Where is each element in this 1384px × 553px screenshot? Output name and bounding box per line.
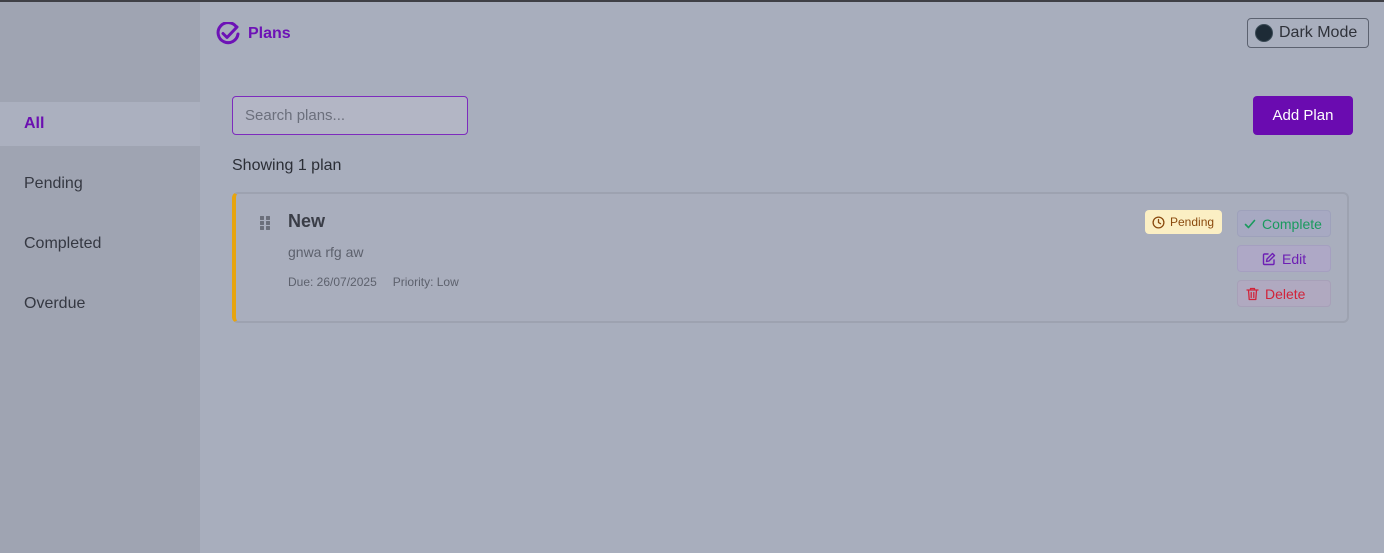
- delete-label: Delete: [1265, 285, 1306, 302]
- sidebar-item-pending[interactable]: Pending: [0, 162, 200, 206]
- sidebar-item-completed[interactable]: Completed: [0, 222, 200, 266]
- dark-mode-button[interactable]: Dark Mode: [1247, 18, 1369, 48]
- edit-button[interactable]: Edit: [1237, 245, 1331, 272]
- plan-description: gnwa rfg aw: [288, 244, 364, 260]
- plan-due-date: Due: 26/07/2025: [288, 275, 377, 289]
- sidebar-item-overdue[interactable]: Overdue: [0, 282, 200, 326]
- delete-button[interactable]: Delete: [1237, 280, 1331, 307]
- status-label: Pending: [1170, 215, 1215, 229]
- plan-priority: Priority: Low: [392, 275, 459, 289]
- moon-icon: [1255, 24, 1273, 42]
- search-input[interactable]: [232, 96, 468, 135]
- check-icon: [1244, 219, 1256, 228]
- app-title: Plans: [248, 25, 291, 42]
- trash-icon: [1246, 287, 1259, 300]
- dark-mode-label: Dark Mode: [1279, 24, 1358, 41]
- drag-handle-icon[interactable]: [259, 215, 271, 231]
- complete-button[interactable]: Complete: [1237, 210, 1331, 237]
- plan-meta: Due: 26/07/2025 Priority: Low: [288, 275, 459, 289]
- edit-icon: [1262, 252, 1276, 265]
- status-badge: Pending: [1145, 210, 1223, 234]
- app-window: All Pending Completed Overdue Plans Dark…: [0, 0, 1384, 553]
- add-plan-button[interactable]: Add Plan: [1253, 96, 1353, 135]
- complete-label: Complete: [1262, 215, 1322, 232]
- clock-icon: [1152, 215, 1165, 229]
- sidebar-item-all[interactable]: All: [0, 102, 200, 146]
- edit-label: Edit: [1282, 250, 1307, 267]
- sidebar: All Pending Completed Overdue: [0, 2, 200, 553]
- check-circle-icon: [216, 22, 240, 45]
- brand: Plans: [216, 22, 291, 46]
- main-content: Plans Dark Mode Add Plan Showing 1 plan …: [200, 2, 1384, 553]
- plan-count: Showing 1 plan: [232, 157, 342, 174]
- plan-title: New: [288, 211, 326, 231]
- plan-card: New gnwa rfg aw Due: 26/07/2025 Priority…: [232, 192, 1349, 323]
